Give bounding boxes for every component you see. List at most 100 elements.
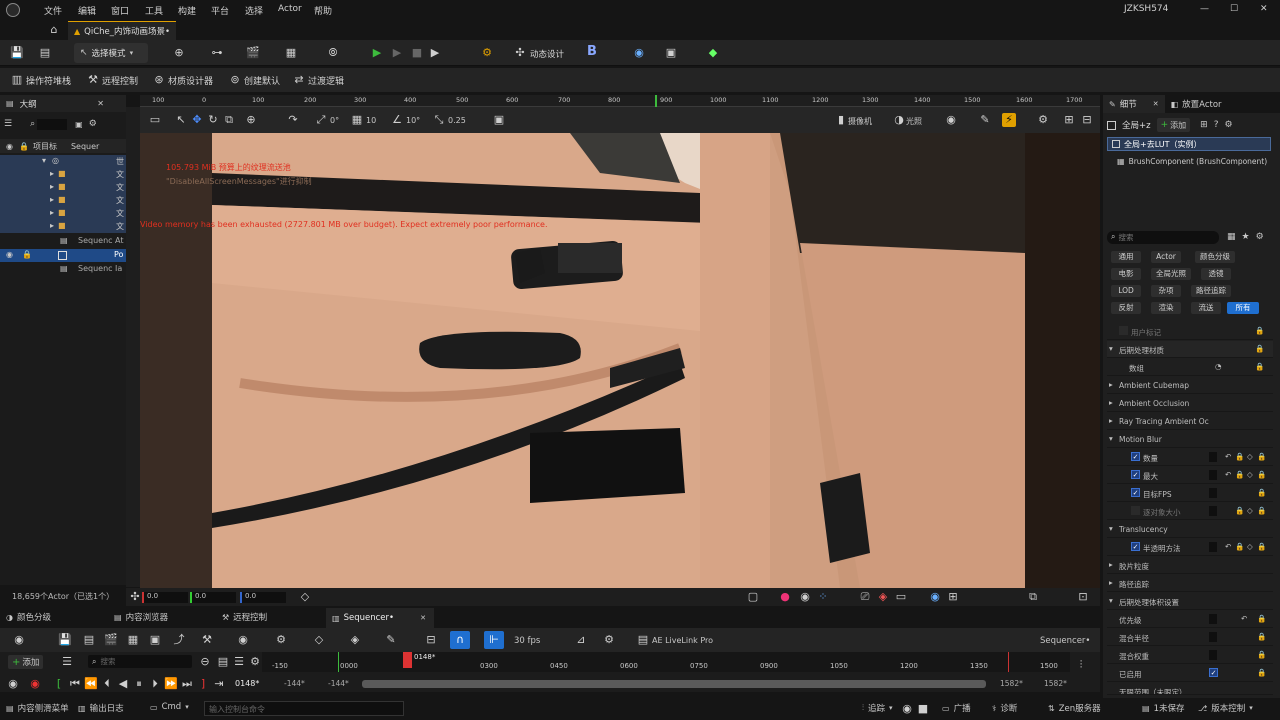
console-input[interactable]: 输入控制台命令 bbox=[204, 701, 404, 716]
range-end-icon[interactable]: ] bbox=[196, 677, 210, 691]
screen-icon[interactable]: ▭ bbox=[894, 590, 908, 604]
operator-stack-button[interactable]: 操作符堆栈 bbox=[26, 74, 71, 87]
outliner-row-folder[interactable]: ▸ ■ 文 bbox=[0, 168, 126, 181]
filter-color-grading[interactable]: 颜色分级 bbox=[1195, 251, 1235, 263]
bounds-icon[interactable]: ▢ bbox=[746, 590, 760, 604]
version-control-button[interactable]: ⎇ 版本控制 ▾ bbox=[1198, 702, 1253, 715]
column-type[interactable]: Sequer bbox=[71, 142, 99, 151]
filter-reflection[interactable]: 反射 bbox=[1111, 302, 1141, 314]
enabled-checkbox[interactable]: ✓ bbox=[1209, 668, 1218, 677]
timeline-scrollbar[interactable] bbox=[362, 680, 986, 688]
visibility-icon[interactable]: ◉ bbox=[6, 142, 13, 151]
next-frame-icon[interactable]: ⏵ bbox=[148, 677, 162, 691]
prop-section-ppv[interactable]: ▾ 后期处理体积设置 bbox=[1107, 593, 1273, 610]
filter-lod[interactable]: LOD bbox=[1111, 285, 1141, 297]
jump-end-icon[interactable]: ⏭ bbox=[180, 677, 194, 691]
material-designer-button[interactable]: 材质设计器 bbox=[168, 74, 213, 87]
expand-icon[interactable]: ▾ bbox=[1109, 524, 1113, 533]
tab-content-browser[interactable]: ▤ 内容浏览器 bbox=[114, 611, 168, 624]
keyframe-icon[interactable]: ◇ bbox=[1247, 470, 1253, 479]
prop-priority[interactable]: 优先级 ↶ 🔒 bbox=[1107, 611, 1273, 628]
prop-checkbox[interactable]: ✓ bbox=[1131, 542, 1140, 551]
minimize-icon[interactable]: — bbox=[1200, 4, 1209, 14]
keyframe-icon[interactable]: ◇ bbox=[1247, 542, 1253, 551]
time-snap-icon[interactable]: ⊩ bbox=[484, 631, 504, 649]
browse-icon[interactable]: ▤ bbox=[82, 633, 96, 647]
loop-icon[interactable]: ⇥ bbox=[212, 677, 226, 691]
expand-icon[interactable]: ▸ bbox=[1109, 560, 1113, 569]
value-field[interactable] bbox=[1209, 452, 1217, 462]
world-icon[interactable]: ◉ bbox=[12, 633, 26, 647]
zen-server-button[interactable]: ⇅ Zen服务器 bbox=[1048, 702, 1101, 715]
stop-icon[interactable]: ■ bbox=[410, 46, 424, 60]
prop-checkbox[interactable] bbox=[1119, 326, 1128, 335]
eye-icon[interactable]: ◉ bbox=[928, 590, 942, 604]
search-icon[interactable]: ⌕ bbox=[30, 119, 35, 129]
cmd-dropdown[interactable]: ▭ Cmd ▾ bbox=[150, 702, 189, 712]
range-start-icon[interactable]: [ bbox=[52, 677, 66, 691]
lock-icon[interactable]: 🔒 bbox=[1255, 326, 1264, 335]
stats-icon[interactable]: ⊞ bbox=[946, 590, 960, 604]
playback-options-icon[interactable]: ⚙ bbox=[274, 633, 288, 647]
blueprint-add-icon[interactable]: ⊞ bbox=[1200, 120, 1208, 130]
outliner-settings-icon[interactable]: ⚙ bbox=[89, 119, 97, 129]
stop-icon[interactable]: ■ bbox=[916, 702, 930, 716]
tab-level[interactable]: ▲ QiChe_内饰动画场景• bbox=[68, 21, 176, 40]
expand-icon[interactable]: ▾ bbox=[1109, 434, 1113, 443]
reset-arrow-icon[interactable]: ↶ bbox=[1241, 614, 1247, 623]
filter-settings-icon[interactable]: ⚙ bbox=[1256, 232, 1264, 242]
render-icon[interactable]: ◉ bbox=[798, 590, 812, 604]
tab-details[interactable]: ✎ 细节 ✕ bbox=[1103, 95, 1165, 113]
lock-icon[interactable]: 🔒 bbox=[1257, 650, 1266, 659]
keyframe-icon[interactable]: ◇ bbox=[1247, 506, 1253, 515]
prop-checkbox[interactable]: ✓ bbox=[1131, 488, 1140, 497]
prop-per-object-size[interactable]: 逐对象大小 🔒 ◇ 🔒 bbox=[1107, 503, 1273, 520]
grid-snap-icon[interactable]: ▦ bbox=[350, 113, 364, 127]
launch-icon[interactable]: ◆ bbox=[706, 46, 720, 60]
value-field[interactable] bbox=[1209, 506, 1217, 516]
next-key-icon[interactable]: ⏩ bbox=[164, 677, 178, 691]
lock-icon[interactable]: 🔒 bbox=[1257, 470, 1266, 479]
jump-start-icon[interactable]: ⏮ bbox=[68, 677, 82, 691]
lock-icon[interactable]: 🔒 bbox=[1257, 668, 1266, 677]
transition-logic-button[interactable]: 过渡逻辑 bbox=[308, 74, 344, 87]
pause-icon[interactable]: ⏸ bbox=[132, 677, 146, 691]
filter-gi[interactable]: 全局光照 bbox=[1151, 268, 1191, 280]
prop-amount[interactable]: ✓ 数量 ↶ 🔒 ◇ 🔒 bbox=[1107, 449, 1273, 466]
content-drawer-button[interactable]: ▤ 内容侧滑菜单 bbox=[6, 702, 69, 715]
key-options-icon[interactable]: ◈ bbox=[348, 633, 362, 647]
prop-checkbox[interactable]: ✓ bbox=[1131, 470, 1140, 479]
playback-start-field[interactable]: -144* bbox=[328, 679, 349, 688]
prop-blend-radius[interactable]: 混合半径 🔒 bbox=[1107, 629, 1273, 646]
lock-icon[interactable]: 🔒 bbox=[1235, 452, 1244, 461]
view-icon[interactable]: ⁘ bbox=[816, 590, 830, 604]
maximize-viewport-icon[interactable]: ⊞ bbox=[1062, 113, 1076, 127]
blueprint-icon[interactable]: ⊶ bbox=[210, 46, 224, 60]
prop-unbound[interactable]: 无限范围（未限定） bbox=[1107, 683, 1273, 695]
value-field[interactable] bbox=[1209, 488, 1217, 498]
menu-build[interactable]: 构建 bbox=[178, 4, 196, 17]
grid-icon[interactable]: ▦ bbox=[284, 46, 298, 60]
filter-path-tracing[interactable]: 路径追踪 bbox=[1191, 285, 1231, 297]
menu-platform[interactable]: 平台 bbox=[211, 4, 229, 17]
expand-icon[interactable]: ▸ bbox=[1109, 380, 1113, 389]
end-marker[interactable] bbox=[1008, 652, 1009, 672]
prop-ambient-occlusion[interactable]: ▸ Ambient Occlusion bbox=[1107, 395, 1273, 412]
blueprint-b-icon[interactable]: B bbox=[585, 45, 599, 59]
visibility-icon[interactable]: ◉ bbox=[6, 250, 13, 259]
render-movie-icon[interactable]: ▦ bbox=[126, 633, 140, 647]
coord-field-z[interactable]: 0.0 bbox=[240, 592, 286, 603]
outliner-row-folder[interactable]: ▸ ■ 文 bbox=[0, 220, 126, 233]
prop-section-motion-blur[interactable]: ▾ Motion Blur bbox=[1107, 431, 1273, 448]
expand-icon[interactable]: ▸ bbox=[1109, 416, 1113, 425]
close-icon[interactable]: ✕ bbox=[1260, 4, 1268, 14]
outliner-search-input[interactable] bbox=[37, 118, 68, 130]
prop-max[interactable]: ✓ 最大 ↶ 🔒 ◇ 🔒 bbox=[1107, 467, 1273, 484]
expand-icon[interactable]: ▸ bbox=[1109, 398, 1113, 407]
broadcast-icon[interactable]: ⦾ bbox=[326, 46, 340, 60]
prev-key-icon[interactable]: ⏪ bbox=[84, 677, 98, 691]
snap-icon[interactable]: ∩ bbox=[450, 631, 470, 649]
lock-icon[interactable]: 🔒 bbox=[1235, 506, 1244, 515]
outliner-row-folder[interactable]: ▸ ■ 文 bbox=[0, 181, 126, 194]
viewport-settings-icon[interactable]: ⚙ bbox=[1036, 113, 1050, 127]
